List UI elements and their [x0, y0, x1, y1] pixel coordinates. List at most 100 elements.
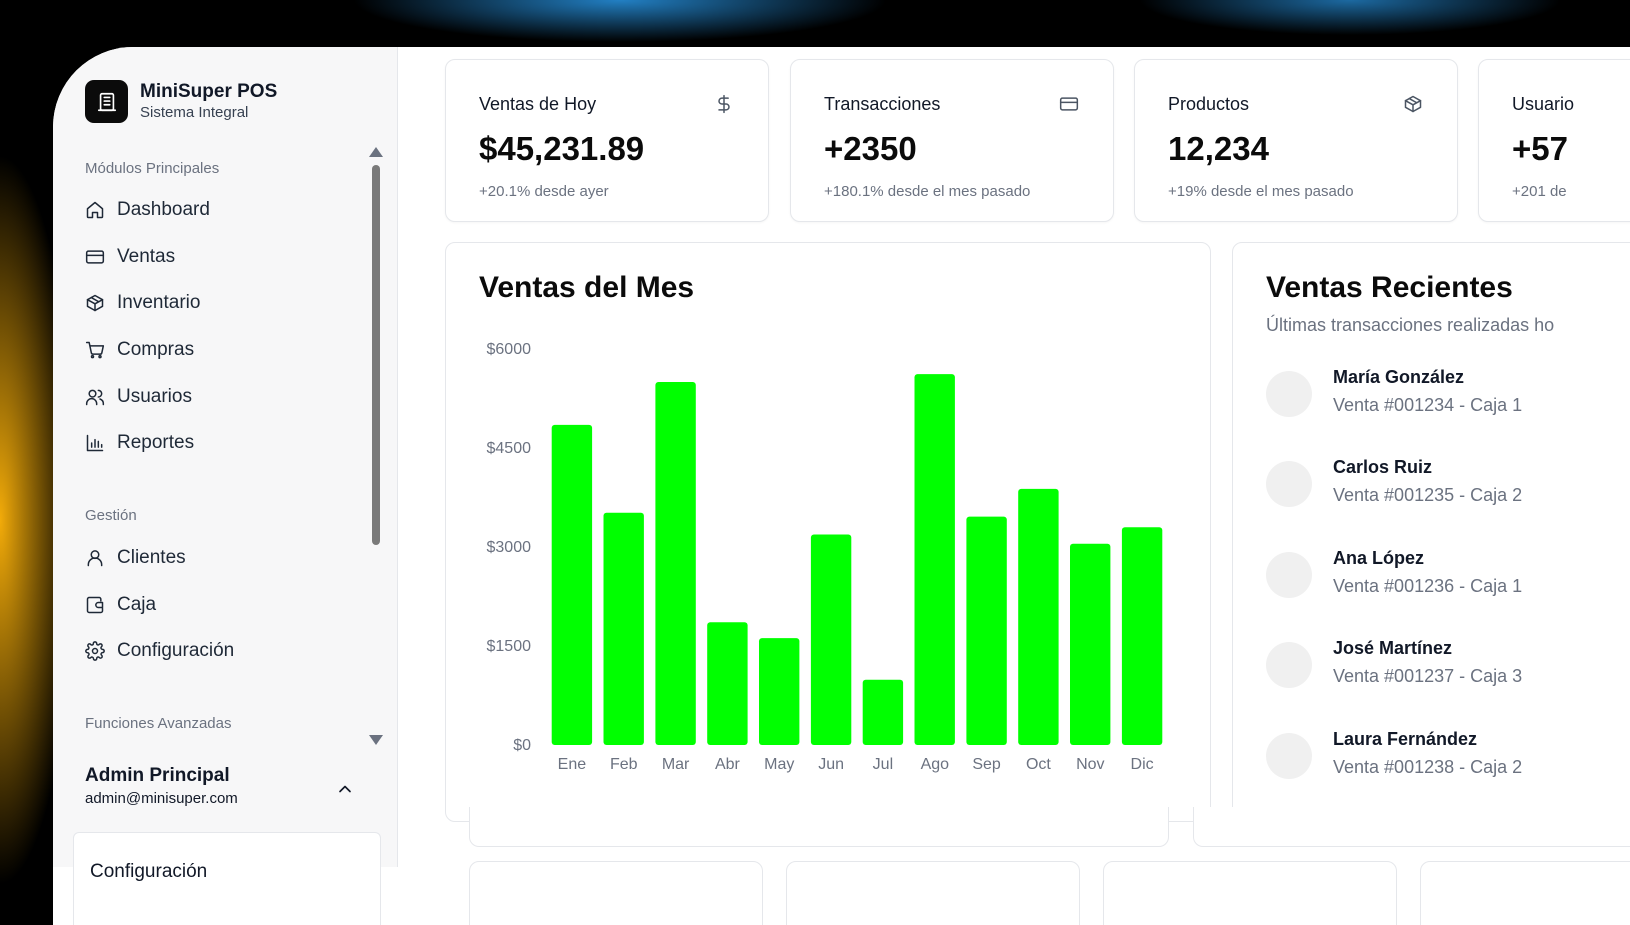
- wallet-icon: [86, 596, 104, 614]
- gear-icon: [85, 641, 105, 661]
- recent-sales-panel: Ventas Recientes Últimas transacciones r…: [1232, 242, 1630, 822]
- recent-sales-subtitle: Últimas transacciones realizadas ho: [1266, 315, 1555, 335]
- brand-subtitle: Sistema Integral: [140, 103, 249, 121]
- store-icon: [85, 80, 128, 123]
- sale-description: Venta #001237 - Caja 3: [1333, 666, 1523, 686]
- x-tick-label: May: [764, 756, 794, 773]
- chart-bar[interactable]: [914, 374, 955, 745]
- x-tick-label: Jun: [818, 756, 844, 773]
- chart-bar[interactable]: [1121, 527, 1163, 745]
- chart-bar[interactable]: [810, 534, 852, 746]
- stat-value: +57: [1512, 130, 1568, 167]
- section-modulos-principales: Módulos Principales: [85, 160, 220, 177]
- stat-card-productos: Productos 12,234 +19% desde el mes pasad…: [1134, 59, 1458, 222]
- y-tick-label: $6000: [487, 341, 532, 358]
- sidebar-item-compras[interactable]: Compras: [85, 335, 194, 365]
- stat-card-ventas-hoy: Ventas de Hoy $45,231.89 +20.1% desde ay…: [445, 59, 769, 222]
- credit-card-icon: [85, 250, 105, 264]
- list-item[interactable]: Ana López Venta #001236 - Caja 1: [1266, 548, 1596, 608]
- chevron-up-icon[interactable]: [335, 779, 355, 799]
- recent-sales-title: Ventas Recientes: [1266, 271, 1513, 304]
- sidebar-item-usuarios[interactable]: Usuarios: [85, 382, 192, 412]
- sidebar-item-label: Caja: [117, 594, 157, 615]
- chart-bar[interactable]: [966, 516, 1007, 745]
- chart-bar[interactable]: [551, 424, 593, 745]
- sale-description: Venta #001236 - Caja 1: [1333, 576, 1523, 596]
- home-icon: [86, 201, 104, 219]
- sidebar-item-dashboard[interactable]: Dashboard: [85, 195, 210, 225]
- scrollbar-thumb[interactable]: [372, 165, 380, 545]
- customer-name: Carlos Ruiz: [1333, 457, 1433, 477]
- x-tick-label: Nov: [1076, 756, 1104, 773]
- sidebar-item-label: Dashboard: [117, 199, 210, 220]
- user-email: admin@minisuper.com: [85, 790, 238, 807]
- user-icon: [87, 550, 103, 567]
- x-tick-label: Dic: [1131, 756, 1154, 773]
- card-shadow-edge: [469, 807, 1169, 847]
- list-item[interactable]: José Martínez Venta #001237 - Caja 3: [1266, 638, 1596, 698]
- stat-change: +201 de: [1512, 183, 1567, 200]
- list-item[interactable]: Carlos Ruiz Venta #001235 - Caja 2: [1266, 457, 1596, 517]
- sidebar-item-clientes[interactable]: Clientes: [85, 543, 186, 573]
- user-menu[interactable]: Admin Principal admin@minisuper.com: [85, 765, 375, 807]
- user-dropdown-menu: Configuración: [73, 832, 381, 925]
- brand: MiniSuper POS Sistema Integral: [85, 80, 277, 123]
- list-item[interactable]: Laura Fernández Venta #001238 - Caja 2: [1266, 729, 1596, 789]
- sale-description: Venta #001238 - Caja 2: [1333, 757, 1523, 777]
- scroll-down-arrow-icon[interactable]: [369, 735, 383, 745]
- user-name: Admin Principal: [85, 765, 230, 786]
- x-tick-label: Jul: [873, 756, 893, 773]
- stat-title: Ventas de Hoy: [479, 94, 597, 114]
- sidebar-item-reportes[interactable]: Reportes: [85, 428, 194, 458]
- avatar: [1266, 642, 1312, 688]
- stat-card-usuarios: Usuario +57 +201 de: [1478, 59, 1630, 222]
- sidebar-item-label: Clientes: [117, 547, 186, 568]
- sales-chart-panel: Ventas del Mes $0 $1500 $3000 $4500 $6000 Ene…: [445, 242, 1211, 822]
- main-content: Ventas de Hoy $45,231.89 +20.1% desde ay…: [398, 47, 1630, 925]
- chart-bar[interactable]: [1018, 488, 1059, 745]
- sidebar-item-label: Usuarios: [117, 386, 192, 407]
- bottom-card: [469, 861, 763, 925]
- sale-description: Venta #001234 - Caja 1: [1333, 395, 1523, 415]
- sidebar-item-configuracion[interactable]: Configuración: [85, 636, 234, 666]
- chart-bar[interactable]: [707, 622, 748, 745]
- sidebar-item-ventas[interactable]: Ventas: [85, 242, 175, 272]
- list-item[interactable]: María González Venta #001234 - Caja 1: [1266, 367, 1596, 427]
- avatar: [1266, 733, 1312, 779]
- cart-icon: [85, 341, 105, 359]
- sidebar-item-inventario[interactable]: Inventario: [85, 288, 200, 318]
- stat-title: Productos: [1168, 94, 1250, 114]
- sale-description: Venta #001235 - Caja 2: [1333, 485, 1523, 505]
- brand-title: MiniSuper POS: [140, 80, 278, 102]
- stat-title: Usuario: [1512, 94, 1575, 114]
- card-shadow-edge: [1193, 807, 1630, 847]
- menu-item-configuracion[interactable]: Configuración: [90, 861, 207, 883]
- x-tick-label: Sep: [972, 756, 1001, 773]
- bar-chart: $0 $1500 $3000 $4500 $6000 Ene Feb Mar Abr May Jun…: [487, 341, 1163, 773]
- package-icon: [86, 294, 104, 312]
- stat-change: +20.1% desde ayer: [479, 183, 609, 200]
- stat-value: 12,234: [1168, 130, 1269, 167]
- y-tick-label: $1500: [487, 638, 532, 655]
- avatar: [1266, 552, 1312, 598]
- x-tick-label: Mar: [662, 756, 690, 773]
- bottom-card: [1103, 861, 1397, 925]
- scroll-up-arrow-icon[interactable]: [369, 147, 383, 157]
- bottom-card: [786, 861, 1080, 925]
- chart-bar[interactable]: [1070, 543, 1111, 745]
- chart-bar[interactable]: [759, 638, 800, 745]
- chart-bar[interactable]: [655, 382, 696, 745]
- x-tick-label: Abr: [715, 756, 741, 773]
- stat-title: Transacciones: [824, 94, 941, 114]
- chart-bar[interactable]: [603, 512, 644, 745]
- customer-name: Laura Fernández: [1333, 729, 1478, 749]
- sidebar-item-caja[interactable]: Caja: [85, 590, 156, 620]
- sidebar-item-label: Reportes: [117, 432, 195, 453]
- stat-change: +180.1% desde el mes pasado: [824, 183, 1031, 200]
- sidebar: MiniSuper POS Sistema Integral Módulos P…: [53, 47, 398, 867]
- chart-bar[interactable]: [862, 679, 904, 745]
- sidebar-scrollbar[interactable]: [369, 147, 383, 747]
- users-icon: [85, 389, 105, 406]
- credit-card-icon: [1059, 97, 1079, 111]
- x-tick-label: Oct: [1026, 756, 1051, 773]
